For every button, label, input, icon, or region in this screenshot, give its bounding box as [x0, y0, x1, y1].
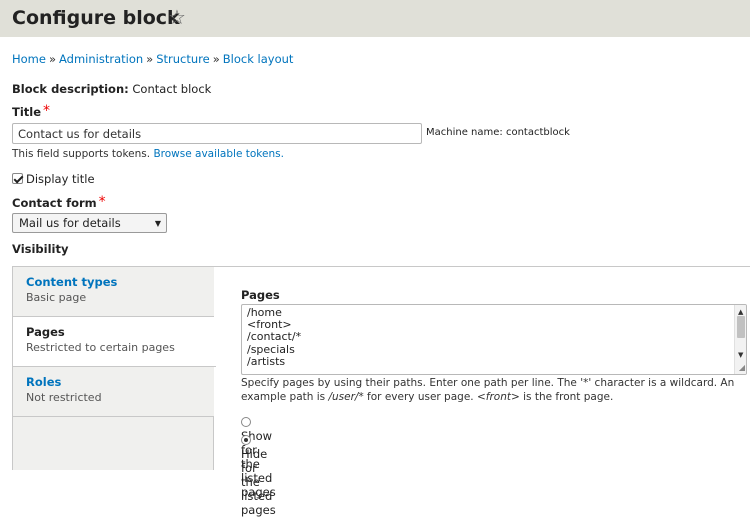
tokens-prefix: This field supports tokens.: [12, 148, 151, 160]
chevron-down-icon: ▼: [154, 219, 161, 228]
tab-summary: Basic page: [26, 291, 87, 304]
pages-description-front: <front>: [476, 391, 520, 403]
hide-listed-radio[interactable]: [241, 435, 251, 445]
breadcrumb: Home» Administration» Structure» Block layo…: [12, 52, 293, 66]
breadcrumb-administration[interactable]: Administration: [59, 52, 143, 66]
tokens-description: This field supports tokens. Browse avail…: [12, 148, 284, 160]
title-input[interactable]: [12, 123, 422, 144]
hide-listed-label: Hide for the listed pages: [241, 447, 276, 517]
breadcrumb-separator: »: [146, 52, 154, 66]
scrollbar-thumb[interactable]: [737, 316, 745, 338]
tab-pages[interactable]: Pages Restricted to certain pages: [13, 317, 216, 367]
star-icon[interactable]: ☆: [168, 5, 186, 29]
path-line: /specials: [247, 342, 295, 356]
tab-roles[interactable]: Roles Not restricted: [13, 367, 214, 417]
path-line: /contact/*: [247, 330, 302, 344]
block-description: Block description: Contact block: [12, 82, 211, 96]
resize-grip-icon[interactable]: ◢: [739, 362, 745, 374]
pages-description-example: /user/*: [328, 391, 364, 403]
contact-form-select[interactable]: Mail us for details ▼: [12, 213, 167, 233]
show-listed-radio[interactable]: [241, 417, 251, 427]
title-field-label: Title *: [12, 103, 51, 119]
block-description-label: Block description:: [12, 82, 129, 96]
tab-summary: Restricted to certain pages: [26, 341, 175, 354]
breadcrumb-home[interactable]: Home: [12, 52, 46, 66]
breadcrumb-separator: »: [48, 52, 57, 66]
path-line: <front>: [247, 318, 292, 332]
contact-form-selected: Mail us for details: [19, 216, 121, 230]
pages-description-line-1: Specify pages by using their paths. Ente…: [241, 377, 735, 389]
machine-name: Machine name: contactblock: [426, 127, 570, 138]
contact-form-label-text: Contact form: [12, 196, 97, 210]
tab-title[interactable]: Content types: [26, 275, 201, 289]
tab-title[interactable]: Pages: [26, 325, 203, 339]
pages-description: Specify pages by using their paths. Ente…: [241, 376, 741, 404]
vertical-tab-menu: Content types Basic page Pages Restricte…: [12, 267, 216, 470]
display-title-label: Display title: [26, 172, 95, 186]
pages-description-text: is the front page.: [519, 391, 614, 403]
breadcrumb-separator: »: [212, 52, 220, 66]
browse-tokens-link[interactable]: Browse available tokens.: [153, 148, 283, 160]
title-label-text: Title: [12, 105, 42, 119]
path-line: /artists: [247, 354, 286, 368]
tab-summary: Not restricted: [26, 391, 102, 404]
pages-description-text: for every user page.: [363, 391, 477, 403]
pages-label: Pages: [241, 288, 280, 302]
breadcrumb-structure[interactable]: Structure: [156, 52, 210, 66]
visibility-vertical-tabs: Content types Basic page Pages Restricte…: [12, 266, 750, 517]
page-title: Configure block: [12, 7, 180, 29]
scroll-down-icon[interactable]: ▼: [738, 349, 743, 361]
block-description-value: Contact block: [132, 82, 212, 96]
display-title-checkbox[interactable]: [12, 173, 23, 184]
required-marker: *: [98, 194, 106, 210]
pages-textarea[interactable]: /home <front> /contact/* /specials /arti…: [241, 304, 747, 375]
path-line: /home: [247, 306, 282, 319]
page-header: Configure block ☆: [0, 0, 750, 37]
tab-title[interactable]: Roles: [26, 375, 201, 389]
hide-listed-option[interactable]: Hide for the listed pages: [241, 433, 276, 517]
pages-description-text: example path is: [241, 391, 329, 403]
visibility-label: Visibility: [12, 242, 69, 256]
display-title-row: Display title: [12, 172, 95, 186]
breadcrumb-block-layout[interactable]: Block layout: [223, 52, 294, 66]
required-marker: *: [43, 103, 51, 119]
tab-content-types[interactable]: Content types Basic page: [13, 267, 214, 317]
contact-form-label: Contact form *: [12, 194, 106, 210]
